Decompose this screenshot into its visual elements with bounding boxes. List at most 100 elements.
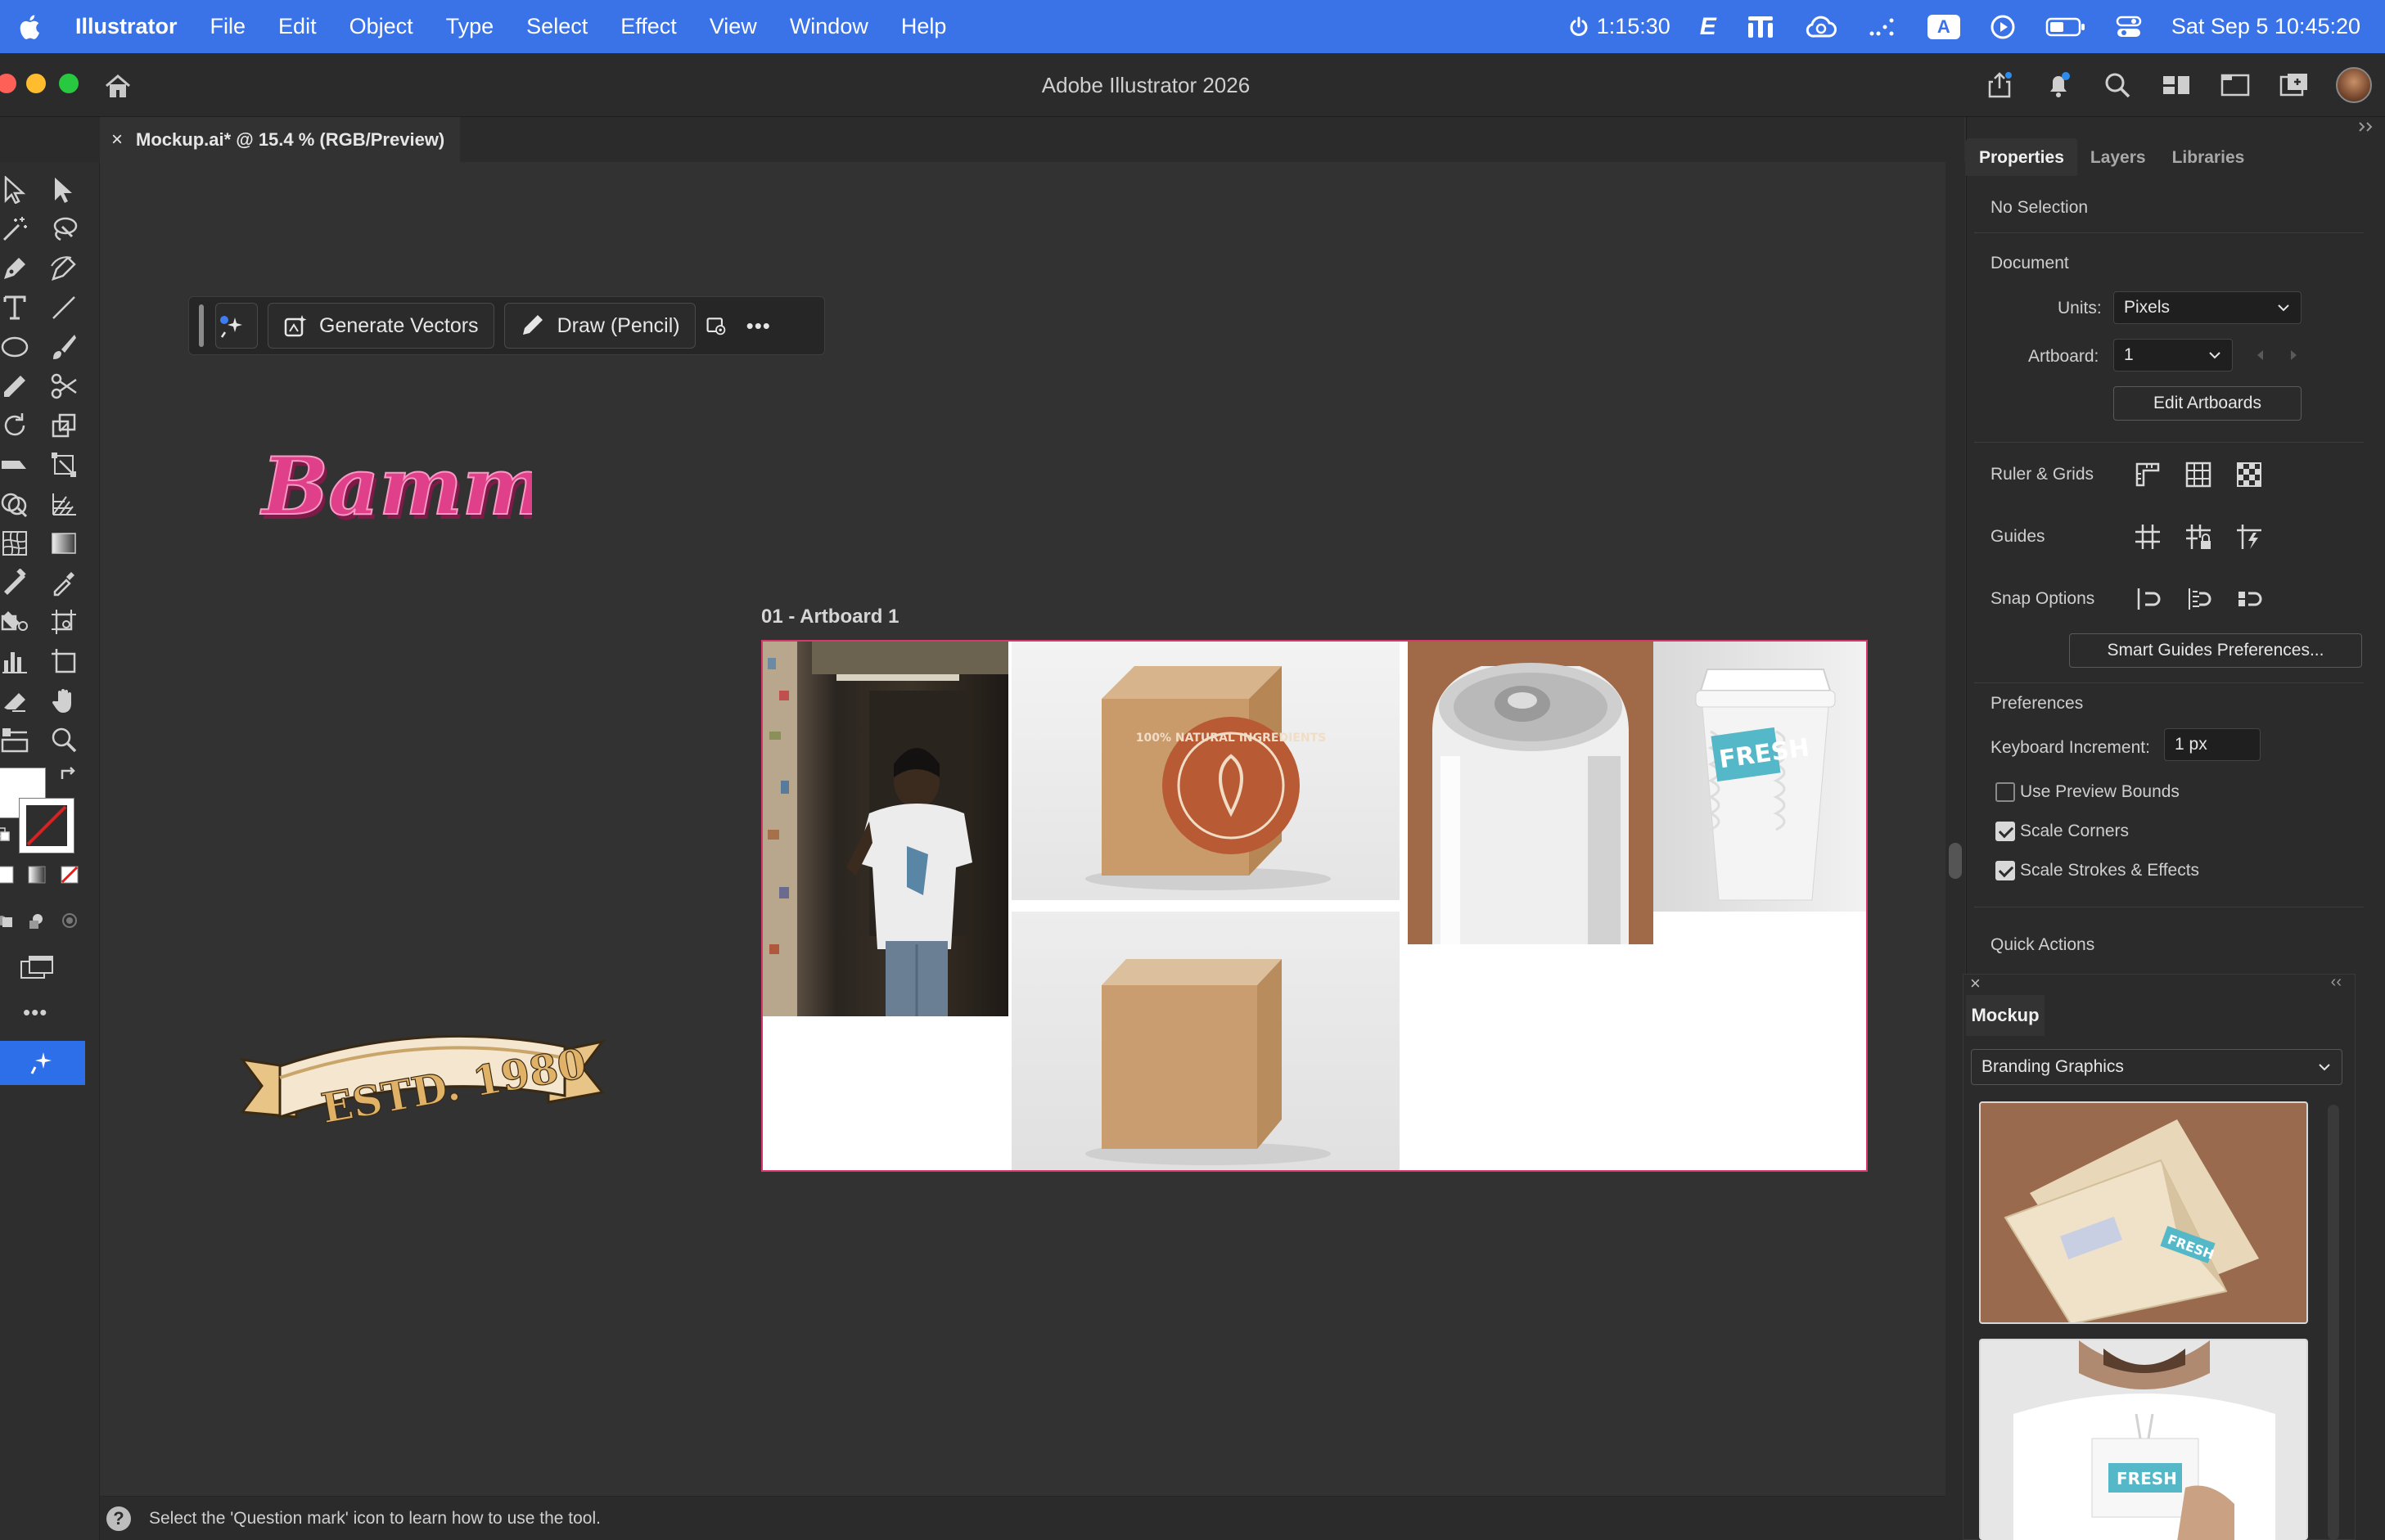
eraser-tool-icon[interactable] xyxy=(0,682,33,718)
menu-file[interactable]: File xyxy=(210,14,246,39)
mockup-category-dropdown[interactable]: Branding Graphics xyxy=(1971,1049,2342,1085)
menu-select[interactable]: Select xyxy=(526,14,588,39)
edit-toolbar-more[interactable]: ••• xyxy=(23,1000,47,1025)
clock-datetime[interactable]: Sat Sep 5 10:45:20 xyxy=(2171,14,2360,39)
menu-help[interactable]: Help xyxy=(901,14,947,39)
share-icon[interactable] xyxy=(1982,68,2017,102)
shape-builder-tool-icon[interactable] xyxy=(0,486,33,522)
control-center-icon[interactable] xyxy=(2116,15,2142,39)
menu-object[interactable]: Object xyxy=(349,14,413,39)
menu-effect[interactable]: Effect xyxy=(620,14,677,39)
zoom-tool-icon[interactable] xyxy=(46,722,82,758)
gen-ai-button[interactable] xyxy=(215,303,258,349)
lock-guides-icon[interactable] xyxy=(2182,520,2215,553)
scale-strokes-effects-checkbox[interactable] xyxy=(1995,861,2015,880)
artboard-label[interactable]: 01 - Artboard 1 xyxy=(761,606,899,628)
gradient-mode-icon[interactable] xyxy=(25,862,49,887)
smart-guides-icon[interactable] xyxy=(2233,520,2266,553)
help-question-icon[interactable]: ? xyxy=(106,1506,131,1531)
snap-to-glyph-icon[interactable] xyxy=(2182,583,2215,615)
transparency-grid-icon[interactable] xyxy=(2233,458,2266,491)
artboard-dropdown[interactable]: 1 xyxy=(2113,339,2233,371)
width-tool-icon[interactable] xyxy=(0,447,33,483)
ruler-icon[interactable] xyxy=(2131,458,2164,491)
swap-fill-stroke-icon[interactable] xyxy=(56,763,80,787)
blend-tool-icon[interactable] xyxy=(0,565,33,601)
play-circle-icon[interactable] xyxy=(1990,14,2016,40)
cup-mockup-image[interactable]: FRESH xyxy=(1653,642,1866,912)
pencil-shaper-tool-icon[interactable] xyxy=(0,368,33,404)
gradient-tool-icon[interactable] xyxy=(46,525,82,561)
timer-status[interactable]: 1:15:30 xyxy=(1569,14,1670,39)
grid-icon[interactable] xyxy=(2182,458,2215,491)
show-guides-icon[interactable] xyxy=(2131,520,2164,553)
creative-cloud-icon[interactable] xyxy=(1805,15,1837,39)
menu-view[interactable]: View xyxy=(710,14,757,39)
keyboard-increment-input[interactable]: 1 px xyxy=(2164,728,2261,761)
draw-inside-icon[interactable] xyxy=(57,908,82,933)
perspective-grid-tool-icon[interactable] xyxy=(46,486,82,522)
hand-tool-icon[interactable] xyxy=(46,682,82,718)
tshirt-mockup-image[interactable] xyxy=(763,642,1008,1016)
search-icon[interactable] xyxy=(2100,68,2135,102)
pen-tool-icon[interactable] xyxy=(0,250,33,286)
bamm-sticker-artwork[interactable]: Bamm! Bamm! xyxy=(254,426,532,540)
direct-selection-tool-icon[interactable] xyxy=(46,172,82,208)
artboard-tool-icon[interactable] xyxy=(46,604,82,640)
next-artboard-icon[interactable] xyxy=(2285,347,2302,363)
live-paint-bucket-tool-icon[interactable] xyxy=(0,604,33,640)
panel-toggle-icon[interactable] xyxy=(2218,68,2252,102)
task-bar-grip[interactable] xyxy=(199,304,204,347)
close-mockup-panel-icon[interactable]: × xyxy=(1970,973,1981,994)
menu-app-name[interactable]: Illustrator xyxy=(75,14,178,39)
apple-logo-icon[interactable] xyxy=(16,13,41,41)
paintbrush-tool-icon[interactable] xyxy=(46,329,82,365)
scale-corners-checkbox[interactable] xyxy=(1995,822,2015,841)
ellipse-tool-icon[interactable] xyxy=(0,329,33,365)
envelope-mockup-thumbnail[interactable]: FRESH xyxy=(1979,1101,2308,1324)
tab-layers[interactable]: Layers xyxy=(2077,148,2159,176)
generate-vectors-button[interactable]: Generate Vectors xyxy=(268,303,494,349)
menu-type[interactable]: Type xyxy=(446,14,494,39)
can-mockup-image[interactable] xyxy=(1408,642,1653,944)
previous-artboard-icon[interactable] xyxy=(2252,347,2269,363)
box-mockup-image[interactable] xyxy=(1012,912,1400,1170)
tab-properties[interactable]: Properties xyxy=(1966,138,2077,176)
column-graph-tool-icon[interactable] xyxy=(0,643,33,679)
tab-libraries[interactable]: Libraries xyxy=(2159,148,2258,176)
task-bar-options-button[interactable] xyxy=(706,303,738,349)
eyedropper-tool-icon[interactable] xyxy=(46,565,82,601)
draw-pencil-button[interactable]: Draw (Pencil) xyxy=(503,303,696,349)
generative-ai-tool-button[interactable] xyxy=(0,1041,85,1085)
box-stamp-mockup-image[interactable]: 100% NATURAL INGREDIENTS xyxy=(1012,642,1400,900)
mesh-tool-icon[interactable] xyxy=(0,525,33,561)
artboard[interactable]: 100% NATURAL INGREDIENTS FRESH xyxy=(761,640,1868,1172)
input-source-badge[interactable]: A xyxy=(1927,14,1960,39)
notifications-bell-icon[interactable] xyxy=(2041,68,2076,102)
print-tiling-tool-icon[interactable] xyxy=(0,722,33,758)
free-transform-tool-icon[interactable] xyxy=(46,447,82,483)
magic-wand-tool-icon[interactable] xyxy=(0,211,33,247)
scale-tool-icon[interactable] xyxy=(46,408,82,444)
use-preview-bounds-checkbox[interactable] xyxy=(1995,782,2015,802)
scrollbar-thumb[interactable] xyxy=(1949,843,1962,879)
scissors-tool-icon[interactable] xyxy=(46,368,82,404)
selection-tool-icon[interactable] xyxy=(0,172,33,208)
draw-normal-icon[interactable] xyxy=(0,908,16,933)
more-options-icon[interactable]: ••• xyxy=(746,313,771,339)
slice-tool-icon[interactable] xyxy=(46,643,82,679)
collapse-panel-icon[interactable] xyxy=(2357,120,2375,133)
units-dropdown[interactable]: Pixels xyxy=(2113,291,2302,324)
color-mode-icon[interactable] xyxy=(0,862,18,887)
script-e-icon[interactable]: E xyxy=(1700,13,1716,41)
wifi-bars-icon[interactable] xyxy=(1746,15,1775,39)
document-tab[interactable]: × Mockup.ai* @ 15.4 % (RGB/Preview) xyxy=(100,117,460,162)
user-avatar[interactable] xyxy=(2336,67,2372,103)
smart-guides-preferences-button[interactable]: Smart Guides Preferences... xyxy=(2069,633,2362,668)
menu-window[interactable]: Window xyxy=(790,14,868,39)
snap-to-point-icon[interactable] xyxy=(2131,583,2164,615)
curvature-tool-icon[interactable] xyxy=(46,250,82,286)
collapse-mockup-panel-icon[interactable]: ‹‹ xyxy=(2331,973,2342,992)
rotate-tool-icon[interactable] xyxy=(0,408,33,444)
arrange-documents-icon[interactable] xyxy=(2277,68,2311,102)
